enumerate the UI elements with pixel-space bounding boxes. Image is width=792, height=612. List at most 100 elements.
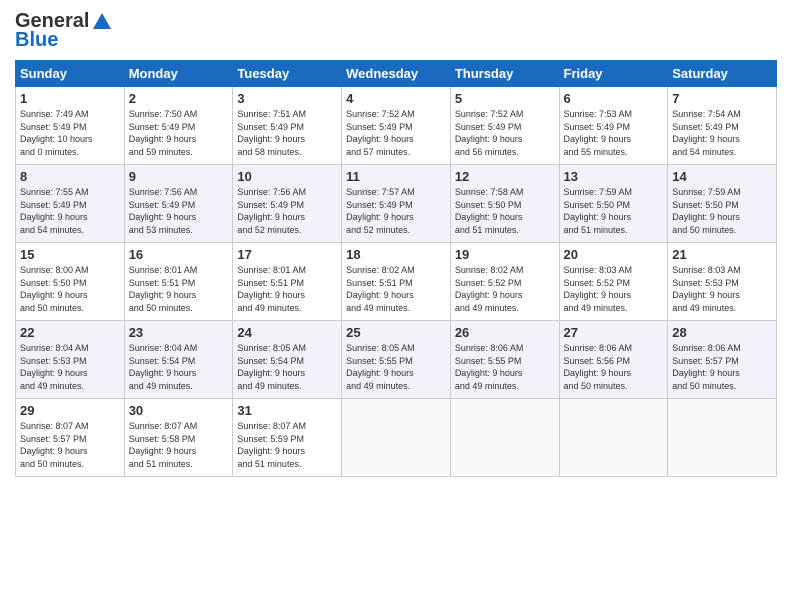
day-detail: Sunrise: 8:06 AMSunset: 5:56 PMDaylight:… <box>564 342 664 392</box>
day-detail: Sunrise: 8:05 AMSunset: 5:55 PMDaylight:… <box>346 342 446 392</box>
page-container: General Blue SundayMondayTuesdayWednesda… <box>0 0 792 487</box>
day-detail: Sunrise: 7:52 AMSunset: 5:49 PMDaylight:… <box>455 108 555 158</box>
calendar-cell: 30 Sunrise: 8:07 AMSunset: 5:58 PMDayligh… <box>124 399 233 477</box>
calendar-cell: 29Sunrise: 8:07 AMSunset: 5:57 PMDayligh… <box>16 399 125 477</box>
weekday-header: Sunday <box>16 61 125 87</box>
day-number: 13 <box>564 169 664 184</box>
day-number: 29 <box>20 403 120 418</box>
logo-icon <box>91 11 113 33</box>
weekday-header: Monday <box>124 61 233 87</box>
day-detail: Sunrise: 8:03 AMSunset: 5:52 PMDaylight:… <box>564 264 664 314</box>
day-detail: Sunrise: 7:56 AMSunset: 5:49 PMDaylight:… <box>129 186 229 236</box>
day-number: 7 <box>672 91 772 106</box>
weekday-header: Wednesday <box>342 61 451 87</box>
weekday-header: Saturday <box>668 61 777 87</box>
calendar-cell <box>450 399 559 477</box>
calendar-cell: 1 Sunrise: 7:49 AMSunset: 5:49 PMDaylight… <box>16 87 125 165</box>
day-detail: Sunrise: 8:07 AMSunset: 5:59 PMDaylight:… <box>237 420 337 470</box>
day-number: 9 <box>129 169 229 184</box>
calendar-cell: 14 Sunrise: 7:59 AMSunset: 5:50 PMDayligh… <box>668 165 777 243</box>
day-number: 10 <box>237 169 337 184</box>
calendar-cell <box>668 399 777 477</box>
day-number: 28 <box>672 325 772 340</box>
day-detail: Sunrise: 7:57 AMSunset: 5:49 PMDaylight:… <box>346 186 446 236</box>
calendar-cell: 24 Sunrise: 8:05 AMSunset: 5:54 PMDayligh… <box>233 321 342 399</box>
day-detail: Sunrise: 8:06 AMSunset: 5:57 PMDaylight:… <box>672 342 772 392</box>
calendar-cell: 13Sunrise: 7:59 AMSunset: 5:50 PMDayligh… <box>559 165 668 243</box>
day-detail: Sunrise: 7:50 AMSunset: 5:49 PMDaylight:… <box>129 108 229 158</box>
calendar-cell: 15 Sunrise: 8:00 AMSunset: 5:50 PMDayligh… <box>16 243 125 321</box>
day-detail: Sunrise: 8:07 AMSunset: 5:58 PMDaylight:… <box>129 420 229 470</box>
day-detail: Sunrise: 7:54 AMSunset: 5:49 PMDaylight:… <box>672 108 772 158</box>
day-number: 30 <box>129 403 229 418</box>
calendar-cell: 2 Sunrise: 7:50 AMSunset: 5:49 PMDaylight… <box>124 87 233 165</box>
day-detail: Sunrise: 8:03 AMSunset: 5:53 PMDaylight:… <box>672 264 772 314</box>
day-number: 1 <box>20 91 120 106</box>
day-number: 23 <box>129 325 229 340</box>
day-number: 22 <box>20 325 120 340</box>
calendar-cell: 27 Sunrise: 8:06 AMSunset: 5:56 PMDayligh… <box>559 321 668 399</box>
calendar-cell: 8Sunrise: 7:55 AMSunset: 5:49 PMDaylight… <box>16 165 125 243</box>
calendar-week-row: 15 Sunrise: 8:00 AMSunset: 5:50 PMDayligh… <box>16 243 777 321</box>
weekday-header: Thursday <box>450 61 559 87</box>
day-number: 12 <box>455 169 555 184</box>
calendar-cell: 20 Sunrise: 8:03 AMSunset: 5:52 PMDayligh… <box>559 243 668 321</box>
calendar-cell: 25 Sunrise: 8:05 AMSunset: 5:55 PMDayligh… <box>342 321 451 399</box>
calendar-week-row: 22 Sunrise: 8:04 AMSunset: 5:53 PMDayligh… <box>16 321 777 399</box>
calendar-cell: 7 Sunrise: 7:54 AMSunset: 5:49 PMDaylight… <box>668 87 777 165</box>
calendar-cell: 6 Sunrise: 7:53 AMSunset: 5:49 PMDaylight… <box>559 87 668 165</box>
day-detail: Sunrise: 8:06 AMSunset: 5:55 PMDaylight:… <box>455 342 555 392</box>
calendar-cell: 3Sunrise: 7:51 AMSunset: 5:49 PMDaylight… <box>233 87 342 165</box>
day-detail: Sunrise: 7:52 AMSunset: 5:49 PMDaylight:… <box>346 108 446 158</box>
day-number: 16 <box>129 247 229 262</box>
calendar-cell: 31 Sunrise: 8:07 AMSunset: 5:59 PMDayligh… <box>233 399 342 477</box>
calendar-header-row: SundayMondayTuesdayWednesdayThursdayFrid… <box>16 61 777 87</box>
calendar-cell: 21Sunrise: 8:03 AMSunset: 5:53 PMDayligh… <box>668 243 777 321</box>
day-detail: Sunrise: 7:58 AMSunset: 5:50 PMDaylight:… <box>455 186 555 236</box>
day-detail: Sunrise: 8:04 AMSunset: 5:53 PMDaylight:… <box>20 342 120 392</box>
day-number: 6 <box>564 91 664 106</box>
day-detail: Sunrise: 8:01 AMSunset: 5:51 PMDaylight:… <box>129 264 229 314</box>
day-number: 14 <box>672 169 772 184</box>
calendar-cell: 11 Sunrise: 7:57 AMSunset: 5:49 PMDayligh… <box>342 165 451 243</box>
day-detail: Sunrise: 8:02 AMSunset: 5:52 PMDaylight:… <box>455 264 555 314</box>
calendar-cell: 26Sunrise: 8:06 AMSunset: 5:55 PMDayligh… <box>450 321 559 399</box>
calendar-week-row: 8Sunrise: 7:55 AMSunset: 5:49 PMDaylight… <box>16 165 777 243</box>
calendar-cell: 28 Sunrise: 8:06 AMSunset: 5:57 PMDayligh… <box>668 321 777 399</box>
day-detail: Sunrise: 8:01 AMSunset: 5:51 PMDaylight:… <box>237 264 337 314</box>
day-number: 24 <box>237 325 337 340</box>
day-number: 18 <box>346 247 446 262</box>
day-number: 2 <box>129 91 229 106</box>
calendar-cell: 19 Sunrise: 8:02 AMSunset: 5:52 PMDayligh… <box>450 243 559 321</box>
calendar-cell: 18 Sunrise: 8:02 AMSunset: 5:51 PMDayligh… <box>342 243 451 321</box>
calendar-week-row: 1 Sunrise: 7:49 AMSunset: 5:49 PMDaylight… <box>16 87 777 165</box>
day-number: 5 <box>455 91 555 106</box>
day-detail: Sunrise: 8:04 AMSunset: 5:54 PMDaylight:… <box>129 342 229 392</box>
day-detail: Sunrise: 8:05 AMSunset: 5:54 PMDaylight:… <box>237 342 337 392</box>
calendar-cell <box>559 399 668 477</box>
day-detail: Sunrise: 7:56 AMSunset: 5:49 PMDaylight:… <box>237 186 337 236</box>
day-number: 27 <box>564 325 664 340</box>
day-number: 17 <box>237 247 337 262</box>
day-detail: Sunrise: 7:49 AMSunset: 5:49 PMDaylight:… <box>20 108 120 158</box>
calendar-cell: 9 Sunrise: 7:56 AMSunset: 5:49 PMDaylight… <box>124 165 233 243</box>
day-number: 19 <box>455 247 555 262</box>
day-number: 25 <box>346 325 446 340</box>
day-detail: Sunrise: 8:00 AMSunset: 5:50 PMDaylight:… <box>20 264 120 314</box>
calendar-cell: 4Sunrise: 7:52 AMSunset: 5:49 PMDaylight… <box>342 87 451 165</box>
day-detail: Sunrise: 8:02 AMSunset: 5:51 PMDaylight:… <box>346 264 446 314</box>
day-number: 31 <box>237 403 337 418</box>
day-detail: Sunrise: 7:53 AMSunset: 5:49 PMDaylight:… <box>564 108 664 158</box>
day-number: 15 <box>20 247 120 262</box>
calendar-cell: 16 Sunrise: 8:01 AMSunset: 5:51 PMDayligh… <box>124 243 233 321</box>
day-number: 3 <box>237 91 337 106</box>
day-detail: Sunrise: 7:59 AMSunset: 5:50 PMDaylight:… <box>672 186 772 236</box>
logo-blue-text: Blue <box>15 29 58 52</box>
calendar-week-row: 29Sunrise: 8:07 AMSunset: 5:57 PMDayligh… <box>16 399 777 477</box>
logo: General Blue <box>15 10 113 52</box>
calendar-cell: 10 Sunrise: 7:56 AMSunset: 5:49 PMDayligh… <box>233 165 342 243</box>
day-number: 11 <box>346 169 446 184</box>
weekday-header: Tuesday <box>233 61 342 87</box>
calendar-table: SundayMondayTuesdayWednesdayThursdayFrid… <box>15 60 777 477</box>
day-number: 20 <box>564 247 664 262</box>
